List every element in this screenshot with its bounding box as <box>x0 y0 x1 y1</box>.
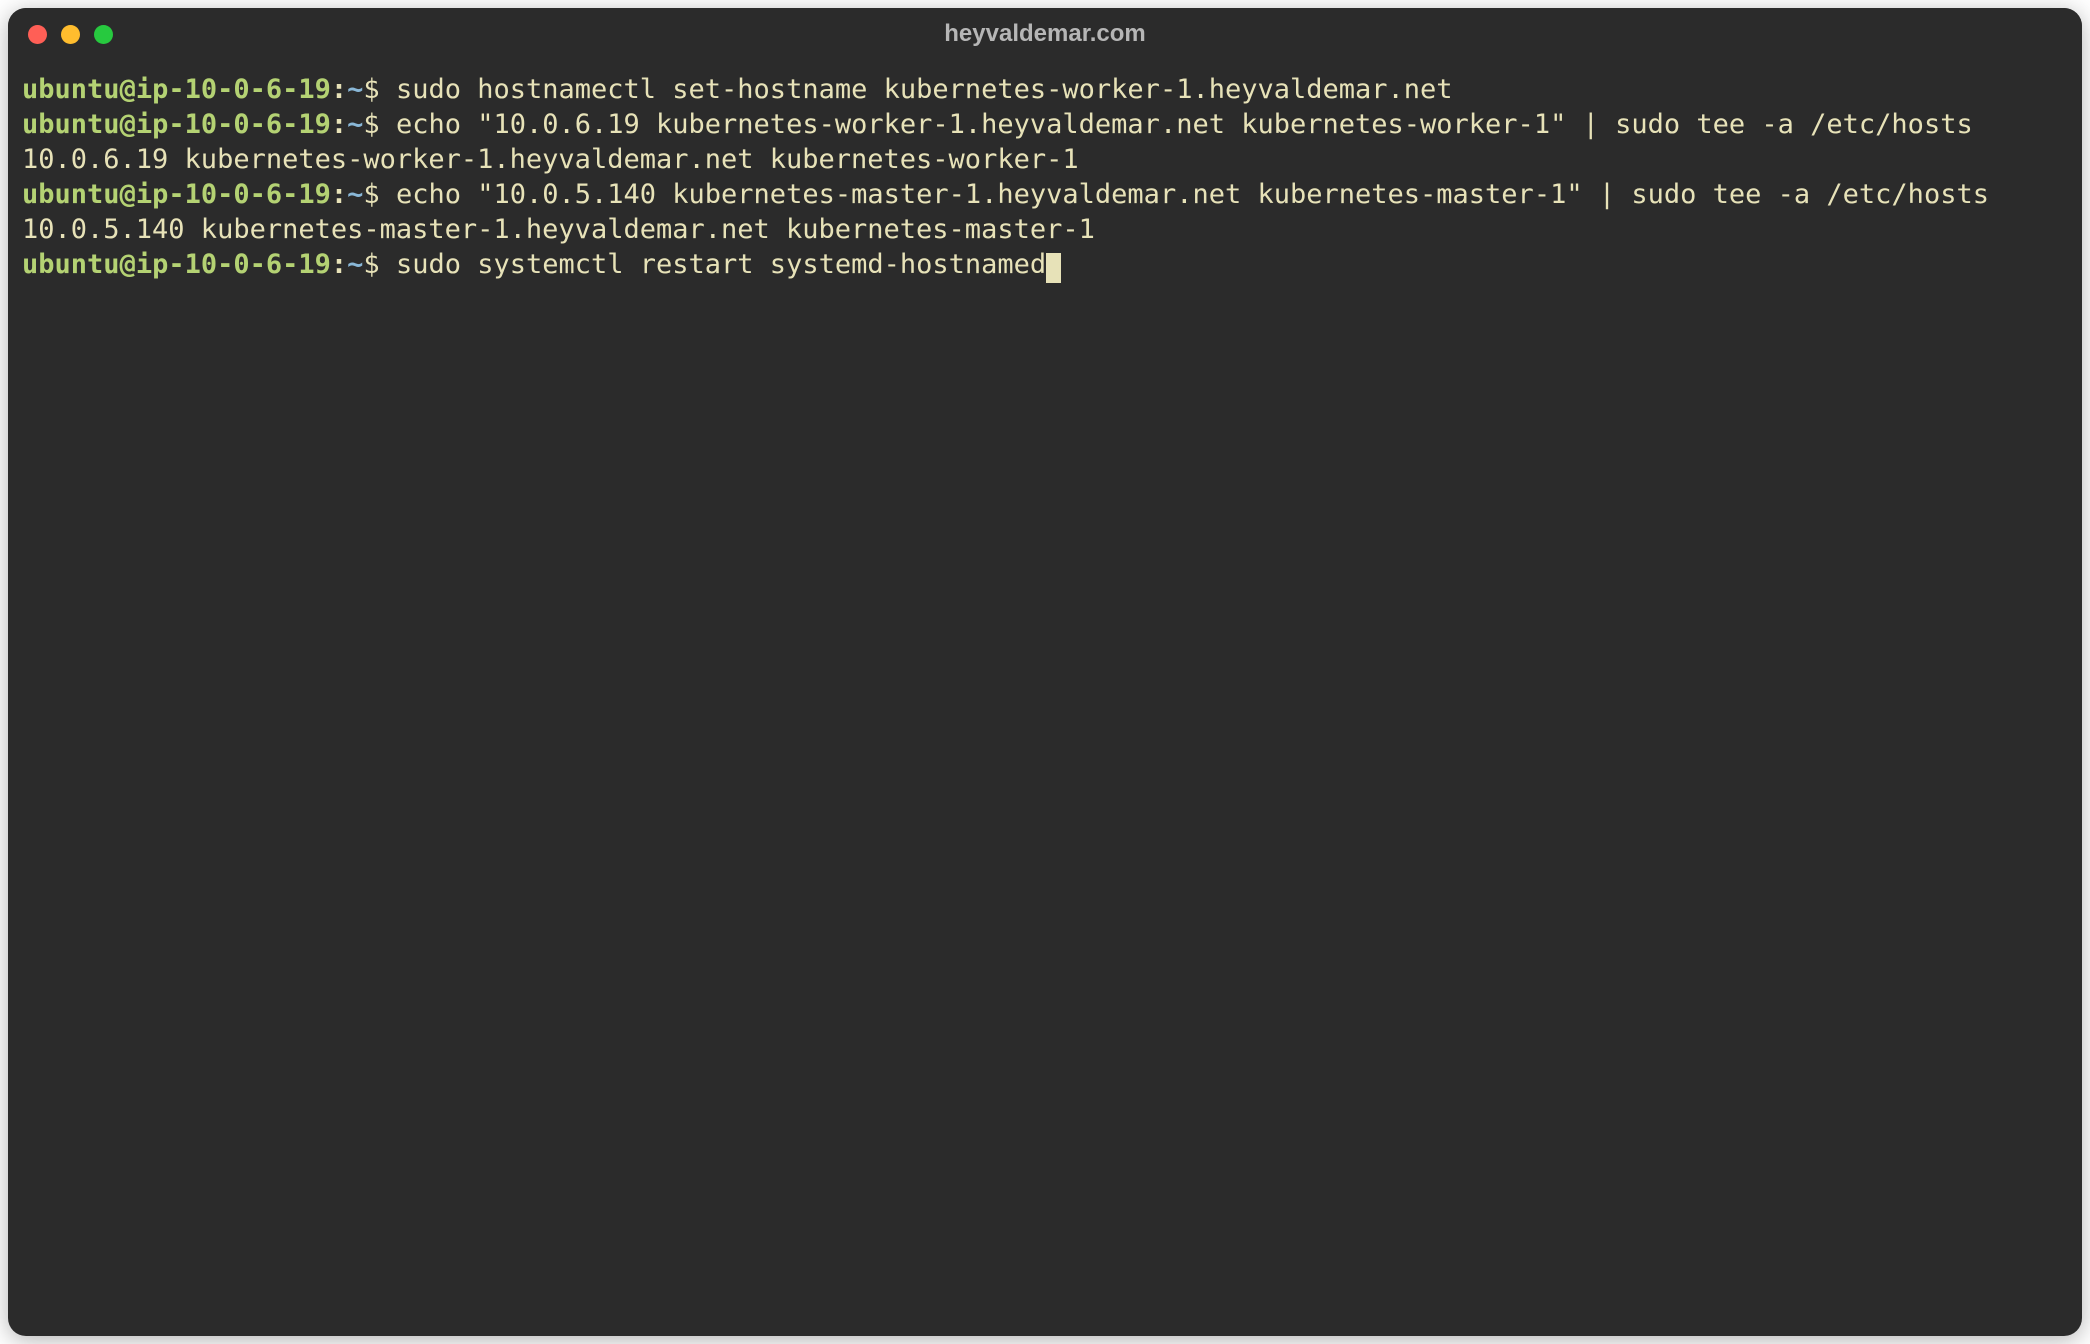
command-text: sudo systemctl restart systemd-hostnamed <box>396 249 1046 280</box>
terminal-line: ubuntu@ip-10-0-6-19:~$ echo "10.0.6.19 k… <box>22 107 2068 142</box>
prompt-colon: : <box>331 179 347 210</box>
terminal-line: ubuntu@ip-10-0-6-19:~$ echo "10.0.5.140 … <box>22 177 2068 212</box>
prompt-colon: : <box>331 249 347 280</box>
prompt-symbol: $ <box>363 249 396 280</box>
prompt-colon: : <box>331 109 347 140</box>
prompt-symbol: $ <box>363 109 396 140</box>
prompt-path: ~ <box>347 249 363 280</box>
prompt-at: @ <box>120 179 136 210</box>
traffic-lights <box>28 25 113 44</box>
close-icon[interactable] <box>28 25 47 44</box>
maximize-icon[interactable] <box>94 25 113 44</box>
terminal-line: 10.0.6.19 kubernetes-worker-1.heyvaldema… <box>22 142 2068 177</box>
prompt-user: ubuntu <box>22 74 120 105</box>
prompt-user: ubuntu <box>22 179 120 210</box>
command-text: echo "10.0.6.19 kubernetes-worker-1.heyv… <box>396 109 1973 140</box>
terminal-window: heyvaldemar.com ubuntu@ip-10-0-6-19:~$ s… <box>8 8 2082 1336</box>
terminal-line: ubuntu@ip-10-0-6-19:~$ sudo systemctl re… <box>22 247 2068 282</box>
output-text: 10.0.6.19 kubernetes-worker-1.heyvaldema… <box>22 144 1079 175</box>
cursor-icon <box>1046 253 1061 283</box>
prompt-at: @ <box>120 249 136 280</box>
prompt-host: ip-10-0-6-19 <box>136 249 331 280</box>
prompt-at: @ <box>120 109 136 140</box>
terminal-line: ubuntu@ip-10-0-6-19:~$ sudo hostnamectl … <box>22 72 2068 107</box>
prompt-symbol: $ <box>363 74 396 105</box>
prompt-at: @ <box>120 74 136 105</box>
prompt-user: ubuntu <box>22 249 120 280</box>
prompt-path: ~ <box>347 179 363 210</box>
terminal-body[interactable]: ubuntu@ip-10-0-6-19:~$ sudo hostnamectl … <box>8 60 2082 1336</box>
output-text: 10.0.5.140 kubernetes-master-1.heyvaldem… <box>22 214 1095 245</box>
prompt-host: ip-10-0-6-19 <box>136 179 331 210</box>
command-text: echo "10.0.5.140 kubernetes-master-1.hey… <box>396 179 1989 210</box>
title-bar: heyvaldemar.com <box>8 8 2082 60</box>
prompt-colon: : <box>331 74 347 105</box>
prompt-path: ~ <box>347 74 363 105</box>
prompt-symbol: $ <box>363 179 396 210</box>
window-title: heyvaldemar.com <box>944 20 1145 48</box>
prompt-host: ip-10-0-6-19 <box>136 109 331 140</box>
prompt-path: ~ <box>347 109 363 140</box>
minimize-icon[interactable] <box>61 25 80 44</box>
terminal-line: 10.0.5.140 kubernetes-master-1.heyvaldem… <box>22 212 2068 247</box>
command-text: sudo hostnamectl set-hostname kubernetes… <box>396 74 1453 105</box>
prompt-user: ubuntu <box>22 109 120 140</box>
prompt-host: ip-10-0-6-19 <box>136 74 331 105</box>
